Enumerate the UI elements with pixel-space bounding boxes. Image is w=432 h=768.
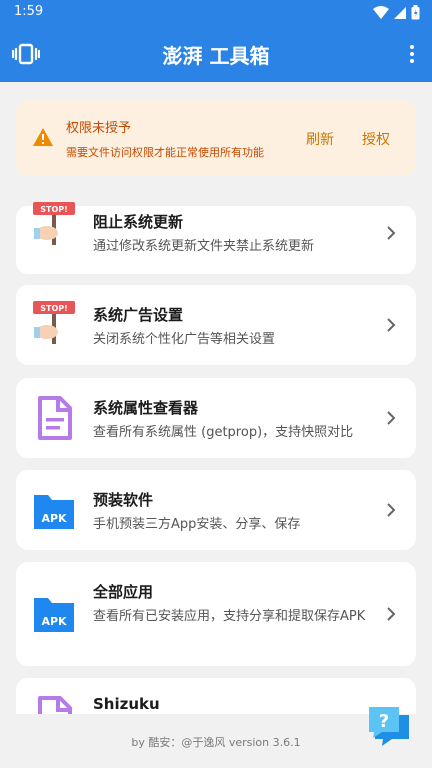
chevron-right-icon [387, 607, 396, 621]
chevron-right-icon [387, 411, 396, 425]
wifi-icon [373, 5, 389, 19]
apk-folder-icon: APK [34, 598, 74, 632]
battery-icon [411, 5, 420, 20]
tool-description: 通过修改系统更新文件夹禁止系统更新 [93, 239, 315, 254]
tool-description: 手机预装三方App安装、分享、保存 [93, 517, 301, 532]
chevron-right-icon [387, 503, 396, 517]
warning-description: 需要文件访问权限才能正常使用所有功能 [66, 146, 264, 159]
refresh-button[interactable]: 刷新 [306, 129, 334, 149]
more-dot [410, 59, 414, 63]
more-options-button[interactable] [406, 40, 418, 68]
warning-title: 权限未授予 [66, 121, 132, 136]
signal-icon [394, 6, 406, 19]
tool-description: 关闭系统个性化广告等相关设置 [93, 332, 276, 347]
tool-title: 系统广告设置 [93, 306, 184, 324]
help-chat-icon[interactable]: ? [366, 705, 412, 747]
svg-text:STOP!: STOP! [40, 205, 68, 214]
tool-card-block-update[interactable]: STOP! 阻止系统更新 通过修改系统更新文件夹禁止系统更新 [16, 202, 416, 274]
svg-text:?: ? [379, 711, 389, 732]
stop-sign-icon: STOP! [33, 301, 75, 344]
svg-text:STOP!: STOP! [40, 304, 68, 313]
stop-sign-icon: STOP! [33, 202, 75, 245]
svg-text:APK: APK [41, 512, 67, 525]
chevron-right-icon [387, 226, 396, 240]
tool-description: 查看所有系统属性 (getprop)，支持快照对比 [93, 425, 354, 440]
tool-card-prop-viewer[interactable]: 系统属性查看器 查看所有系统属性 (getprop)，支持快照对比 [16, 378, 416, 458]
document-icon [38, 396, 72, 440]
tool-list[interactable]: 权限未授予 需要文件访问权限才能正常使用所有功能 刷新 授权 STOP! 阻止系… [0, 82, 432, 714]
document-icon [38, 696, 72, 714]
tool-title: 全部应用 [93, 583, 154, 601]
tool-title: 系统属性查看器 [93, 399, 199, 417]
grant-button[interactable]: 授权 [362, 129, 390, 149]
app-title: 澎湃 工具箱 [162, 44, 270, 68]
status-bar: 1:59 [0, 0, 432, 26]
apk-folder-icon: APK [34, 495, 74, 529]
tool-card-all-apps[interactable]: APK 全部应用 查看所有已安装应用，支持分享和提取保存APK [16, 562, 416, 666]
tool-description: 查看所有已安装应用，支持分享和提取保存APK [93, 609, 366, 624]
chevron-right-icon [387, 318, 396, 332]
tool-title: 阻止系统更新 [93, 213, 184, 231]
tool-card-preinstalled[interactable]: APK 预装软件 手机预装三方App安装、分享、保存 [16, 470, 416, 550]
warning-icon [33, 128, 53, 146]
status-time: 1:59 [14, 4, 44, 19]
tool-card-ad-settings[interactable]: STOP! 系统广告设置 关闭系统个性化广告等相关设置 [16, 285, 416, 365]
app-bar: 澎湃 工具箱 [0, 26, 432, 82]
more-dot [410, 52, 414, 56]
more-dot [410, 45, 414, 49]
svg-text:APK: APK [41, 615, 67, 628]
tool-title: Shizuku [93, 695, 160, 713]
tool-card-shizuku[interactable]: Shizuku [16, 678, 416, 714]
tool-title: 预装软件 [93, 491, 154, 509]
status-icons [373, 5, 420, 20]
permission-warning-card: 权限未授予 需要文件访问权限才能正常使用所有功能 刷新 授权 [16, 100, 416, 176]
